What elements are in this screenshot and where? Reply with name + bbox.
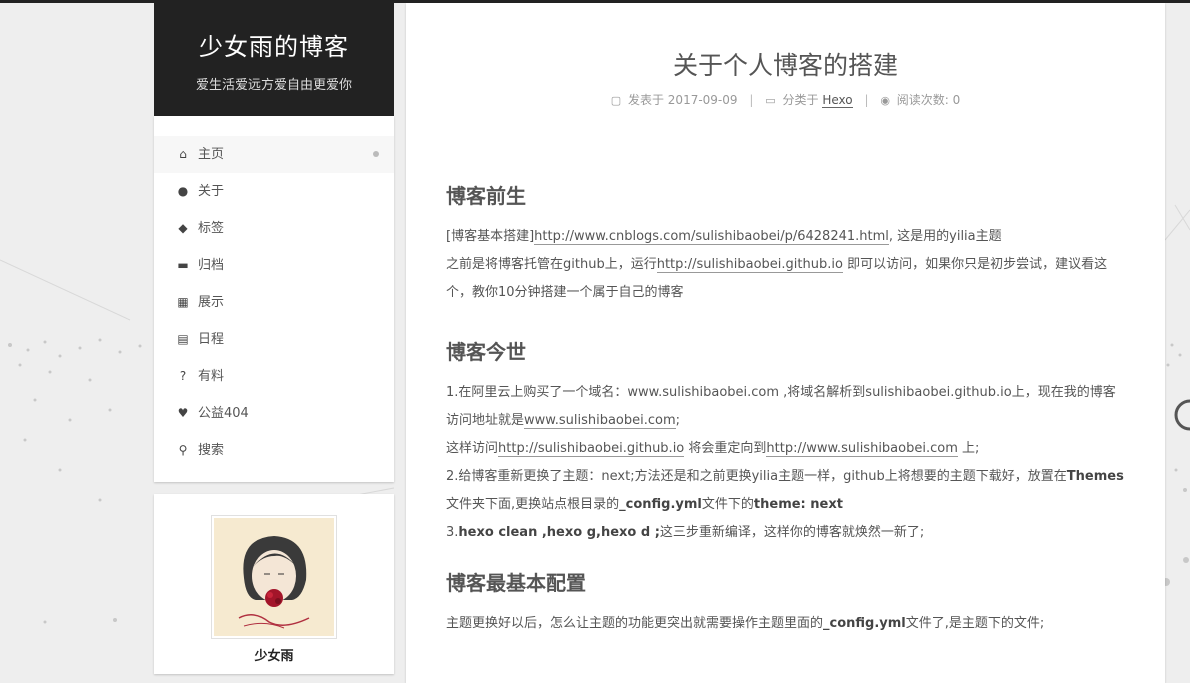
site-title[interactable]: 少女雨的博客 <box>154 27 394 62</box>
menu-item-label: 标签 <box>198 221 225 236</box>
site-brand: 少女雨的博客 爱生活爱远方爱自由更爱你 <box>154 3 394 116</box>
paragraph: 这样访问http://sulishibaobei.github.io 将会重定向… <box>446 435 1126 463</box>
bold-text: _config.yml <box>823 616 906 631</box>
link[interactable]: http://sulishibaobei.github.io <box>656 257 843 273</box>
meta-separator: | <box>864 93 869 107</box>
menu-item-home[interactable]: ⌂ 主页 <box>154 136 394 173</box>
author-card: 少女雨 <box>154 494 394 674</box>
post-date: 2017-09-09 <box>667 93 738 107</box>
search-icon: ⚲ <box>178 443 188 457</box>
section-heading: 博客今世 <box>446 340 526 364</box>
menu-item-schedule[interactable]: ▤ 日程 <box>154 321 394 358</box>
author-name: 少女雨 <box>254 649 294 664</box>
paragraph: 1.在阿里云上购买了一个域名：www.sulishibaobei.com ,将域… <box>446 379 1126 435</box>
heartbeat-icon: ♥ <box>177 406 189 420</box>
menu-item-label: 公益404 <box>198 406 249 421</box>
post-body: 博客前生 [博客基本搭建]http://www.cnblogs.com/suli… <box>446 181 1126 638</box>
user-icon: ● <box>177 184 189 198</box>
post-meta: ▢ 发表于 2017-09-09 | ▭ 分类于 Hexo | ◉ 阅读次数: … <box>406 91 1165 108</box>
category-label: 分类于 <box>782 93 819 107</box>
link[interactable]: www.sulishibaobei.com <box>524 413 676 429</box>
site-subtitle: 爱生活爱远方爱自由更爱你 <box>195 78 352 93</box>
menu-item-archives[interactable]: ▬ 归档 <box>154 247 394 284</box>
link[interactable]: http://sulishibaobei.github.io <box>498 441 685 457</box>
question-icon: ? <box>179 369 187 383</box>
post-title[interactable]: 关于个人博客的搭建 <box>406 46 1165 82</box>
post-article: 关于个人博客的搭建 ▢ 发表于 2017-09-09 | ▭ 分类于 Hexo … <box>406 3 1165 683</box>
paragraph: [博客基本搭建]http://www.cnblogs.com/sulishiba… <box>446 223 1126 251</box>
menu-item-404[interactable]: ♥ 公益404 <box>154 395 394 432</box>
category-link[interactable]: Hexo <box>822 93 853 108</box>
calendar-icon: ▢ <box>610 94 622 107</box>
menu-item-label: 归档 <box>198 258 225 273</box>
menu-item-extras[interactable]: ? 有料 <box>154 358 394 395</box>
avatar[interactable] <box>211 515 337 639</box>
home-icon: ⌂ <box>179 147 187 161</box>
bold-text: _config.yml <box>619 497 702 512</box>
text: ; <box>675 413 681 428</box>
text: 文件夹下面,更换站点根目录的 <box>446 497 620 512</box>
text: 文件了,是主题下的文件; <box>905 616 1045 631</box>
menu-item-label: 日程 <box>198 332 225 347</box>
text: , 这是用的yilia主题 <box>888 229 1002 244</box>
section-heading: 博客前生 <box>446 184 526 208</box>
link[interactable]: http://www.cnblogs.com/sulishibaobei/p/6… <box>534 229 889 245</box>
menu-item-label: 主页 <box>198 147 225 162</box>
text: 主题更换好以后，怎么让主题的功能更突出就需要操作主题里面的 <box>446 616 824 631</box>
menu-item-tags[interactable]: ◆ 标签 <box>154 210 394 247</box>
menu-item-label: 关于 <box>198 184 225 199</box>
menu-item-showcase[interactable]: ▦ 展示 <box>154 284 394 321</box>
text: 3. <box>446 525 459 540</box>
text: 将会重定向到 <box>684 441 767 456</box>
text: 这三步重新编译，这样你的博客就焕然一新了; <box>659 525 925 540</box>
calendar-icon: ▤ <box>177 332 189 346</box>
tags-icon: ◆ <box>178 221 188 235</box>
menu-item-label: 有料 <box>198 369 225 384</box>
text: 2.给博客重新更换了主题：next;方法还是和之前更换yilia主题一样，git… <box>446 469 1067 484</box>
bold-text: hexo clean ,hexo g,hexo d ; <box>458 525 660 540</box>
section-heading: 博客最基本配置 <box>446 571 586 595</box>
grid-icon: ▦ <box>177 295 189 309</box>
bold-text: Themes <box>1066 469 1124 484</box>
paragraph: 之前是将博客托管在github上，运行http://sulishibaobei.… <box>446 251 1126 307</box>
paragraph: 2.给博客重新更换了主题：next;方法还是和之前更换yilia主题一样，git… <box>446 463 1126 519</box>
text: 文件下的 <box>701 497 754 512</box>
paragraph: 主题更换好以后，怎么让主题的功能更突出就需要操作主题里面的_config.yml… <box>446 610 1126 638</box>
folder-icon: ▭ <box>765 94 776 107</box>
views-count: 0 <box>952 93 961 107</box>
eye-icon: ◉ <box>880 94 890 107</box>
active-dot <box>373 151 379 157</box>
menu-item-search[interactable]: ⚲ 搜索 <box>154 432 394 469</box>
menu-item-about[interactable]: ● 关于 <box>154 173 394 210</box>
bold-text: theme: next <box>753 497 843 512</box>
menu-item-label: 展示 <box>198 295 225 310</box>
menu-item-label: 搜索 <box>198 443 225 458</box>
avatar-illustration <box>214 518 334 636</box>
paragraph: 3.hexo clean ,hexo g,hexo d ;这三步重新编译，这样你… <box>446 519 1126 547</box>
posted-label: 发表于 <box>627 93 664 107</box>
text: [博客基本搭建] <box>446 229 535 244</box>
text: 之前是将博客托管在github上，运行 <box>446 257 657 272</box>
link[interactable]: http://www.sulishibaobei.com <box>766 441 958 457</box>
text: 上; <box>957 441 980 456</box>
meta-separator: | <box>749 93 754 107</box>
views-label: 阅读次数: <box>896 93 949 107</box>
sidebar-menu: ⌂ 主页 ● 关于 ◆ 标签 ▬ 归档 ▦ 展示 ▤ 日程 ? 有料 ♥ 公益404 ⚲ 搜索 <box>154 116 394 482</box>
archive-icon: ▬ <box>177 258 189 272</box>
text: 这样访问 <box>446 441 499 456</box>
